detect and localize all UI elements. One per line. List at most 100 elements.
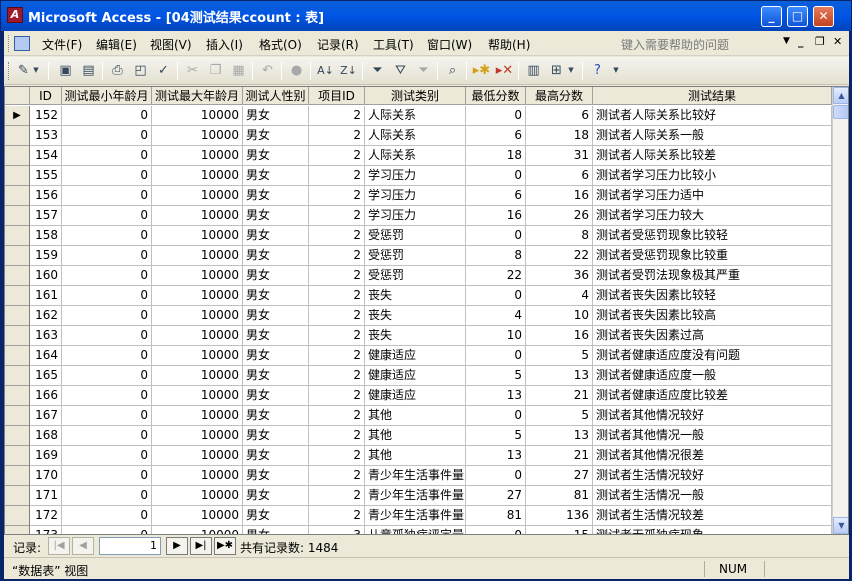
cell-result[interactable]: 测试者受罚法现象极其严重: [593, 266, 832, 286]
cell-max-age[interactable]: 10000: [152, 166, 243, 186]
record-selector[interactable]: [5, 306, 30, 326]
cell-result[interactable]: 测试者学习压力适中: [593, 186, 832, 206]
record-selector[interactable]: [5, 466, 30, 486]
next-record-icon[interactable]: ▶: [166, 537, 188, 555]
cell-min-age[interactable]: 0: [62, 486, 152, 506]
cell-id[interactable]: 152: [30, 106, 62, 126]
table-row[interactable]: 164 0 10000 男女 2 健康适应 0 5 测试者健康适应度没有问题: [5, 346, 832, 366]
cell-id[interactable]: 157: [30, 206, 62, 226]
cell-project-id[interactable]: 2: [309, 186, 365, 206]
column-header-result[interactable]: 测试结果: [593, 87, 832, 105]
cell-project-id[interactable]: 2: [309, 366, 365, 386]
menu-help[interactable]: 帮助(H): [488, 36, 530, 53]
table-row[interactable]: 170 0 10000 男女 2 青少年生活事件量 0 27 测试者生活情况较好: [5, 466, 832, 486]
cell-id[interactable]: 165: [30, 366, 62, 386]
previous-record-icon[interactable]: ◀: [72, 537, 94, 555]
doc-close-icon[interactable]: ✕: [833, 35, 842, 48]
help-question-input[interactable]: 键入需要帮助的问题: [619, 34, 799, 53]
cell-min-score[interactable]: 13: [466, 446, 526, 466]
database-window-icon[interactable]: ▥: [524, 61, 543, 80]
cell-category[interactable]: 人际关系: [365, 106, 466, 126]
cell-gender[interactable]: 男女: [243, 506, 309, 526]
cell-max-score[interactable]: 21: [526, 386, 593, 406]
cell-max-score[interactable]: 15: [526, 526, 593, 534]
cell-max-age[interactable]: 10000: [152, 186, 243, 206]
cell-gender[interactable]: 男女: [243, 466, 309, 486]
cell-gender[interactable]: 男女: [243, 386, 309, 406]
cell-gender[interactable]: 男女: [243, 206, 309, 226]
cell-result[interactable]: 测试者其他情况一般: [593, 426, 832, 446]
cell-max-score[interactable]: 16: [526, 326, 593, 346]
undo-icon[interactable]: ↶: [258, 61, 277, 80]
cell-max-score[interactable]: 31: [526, 146, 593, 166]
record-selector[interactable]: [5, 446, 30, 466]
cell-max-score[interactable]: 27: [526, 466, 593, 486]
cell-project-id[interactable]: 2: [309, 326, 365, 346]
new-record-icon[interactable]: ▸✱: [472, 61, 491, 80]
cell-max-age[interactable]: 10000: [152, 146, 243, 166]
cell-max-age[interactable]: 10000: [152, 366, 243, 386]
cell-min-score[interactable]: 18: [466, 146, 526, 166]
toolbar-options-icon[interactable]: ▼: [611, 61, 621, 80]
record-selector[interactable]: [5, 506, 30, 526]
record-selector[interactable]: [5, 186, 30, 206]
cell-min-score[interactable]: 0: [466, 526, 526, 534]
column-header-max-score[interactable]: 最高分数: [526, 87, 593, 105]
cell-min-score[interactable]: 81: [466, 506, 526, 526]
table-row[interactable]: 159 0 10000 男女 2 受惩罚 8 22 测试者受惩罚现象比较重: [5, 246, 832, 266]
cell-result[interactable]: 测试者其他情况很差: [593, 446, 832, 466]
table-row[interactable]: 155 0 10000 男女 2 学习压力 0 6 测试者学习压力比较小: [5, 166, 832, 186]
cell-min-age[interactable]: 0: [62, 266, 152, 286]
cell-project-id[interactable]: 2: [309, 306, 365, 326]
cell-gender[interactable]: 男女: [243, 146, 309, 166]
cell-max-age[interactable]: 10000: [152, 206, 243, 226]
cell-category[interactable]: 丧失: [365, 306, 466, 326]
filter-by-form-icon[interactable]: ⛛: [391, 61, 410, 80]
cell-category[interactable]: 其他: [365, 426, 466, 446]
cell-min-score[interactable]: 0: [466, 166, 526, 186]
cell-min-age[interactable]: 0: [62, 166, 152, 186]
cell-category[interactable]: 人际关系: [365, 126, 466, 146]
access-icon[interactable]: A: [7, 7, 23, 23]
record-selector[interactable]: ▶: [5, 106, 30, 126]
column-header-category[interactable]: 测试类别: [365, 87, 466, 105]
record-selector[interactable]: [5, 246, 30, 266]
menu-insert[interactable]: 插入(I): [206, 36, 243, 53]
cell-gender[interactable]: 男女: [243, 346, 309, 366]
cell-gender[interactable]: 男女: [243, 286, 309, 306]
cell-min-age[interactable]: 0: [62, 406, 152, 426]
last-record-icon[interactable]: ▶|: [190, 537, 212, 555]
cell-project-id[interactable]: 2: [309, 506, 365, 526]
cell-category[interactable]: 其他: [365, 446, 466, 466]
cell-id[interactable]: 168: [30, 426, 62, 446]
cell-id[interactable]: 159: [30, 246, 62, 266]
cell-category[interactable]: 青少年生活事件量: [365, 466, 466, 486]
cell-project-id[interactable]: 2: [309, 246, 365, 266]
cell-gender[interactable]: 男女: [243, 266, 309, 286]
record-selector[interactable]: [5, 406, 30, 426]
print-icon[interactable]: ⎙: [108, 61, 127, 80]
select-all-corner[interactable]: [5, 87, 30, 105]
help-dropdown-icon[interactable]: ▼: [783, 36, 790, 46]
title-bar[interactable]: A Microsoft Access - [04测试结果ccount : 表] …: [1, 1, 851, 31]
cell-gender[interactable]: 男女: [243, 366, 309, 386]
menu-window[interactable]: 窗口(W): [427, 36, 472, 53]
cell-project-id[interactable]: 2: [309, 346, 365, 366]
column-header-gender[interactable]: 测试人性别: [243, 87, 309, 105]
new-object-icon[interactable]: ⊞: [547, 61, 566, 80]
cell-category[interactable]: 青少年生活事件量: [365, 506, 466, 526]
menu-format[interactable]: 格式(O): [259, 36, 302, 53]
cell-max-score[interactable]: 5: [526, 346, 593, 366]
scroll-down-icon[interactable]: ▼: [833, 517, 848, 534]
cell-max-score[interactable]: 16: [526, 186, 593, 206]
cell-max-age[interactable]: 10000: [152, 506, 243, 526]
cell-id[interactable]: 162: [30, 306, 62, 326]
menu-grip[interactable]: [8, 35, 11, 52]
cell-category[interactable]: 健康适应: [365, 386, 466, 406]
cell-gender[interactable]: 男女: [243, 326, 309, 346]
cell-min-age[interactable]: 0: [62, 346, 152, 366]
cell-project-id[interactable]: 2: [309, 466, 365, 486]
cell-project-id[interactable]: 3: [309, 526, 365, 534]
cell-max-score[interactable]: 81: [526, 486, 593, 506]
close-button[interactable]: ✕: [813, 6, 834, 27]
